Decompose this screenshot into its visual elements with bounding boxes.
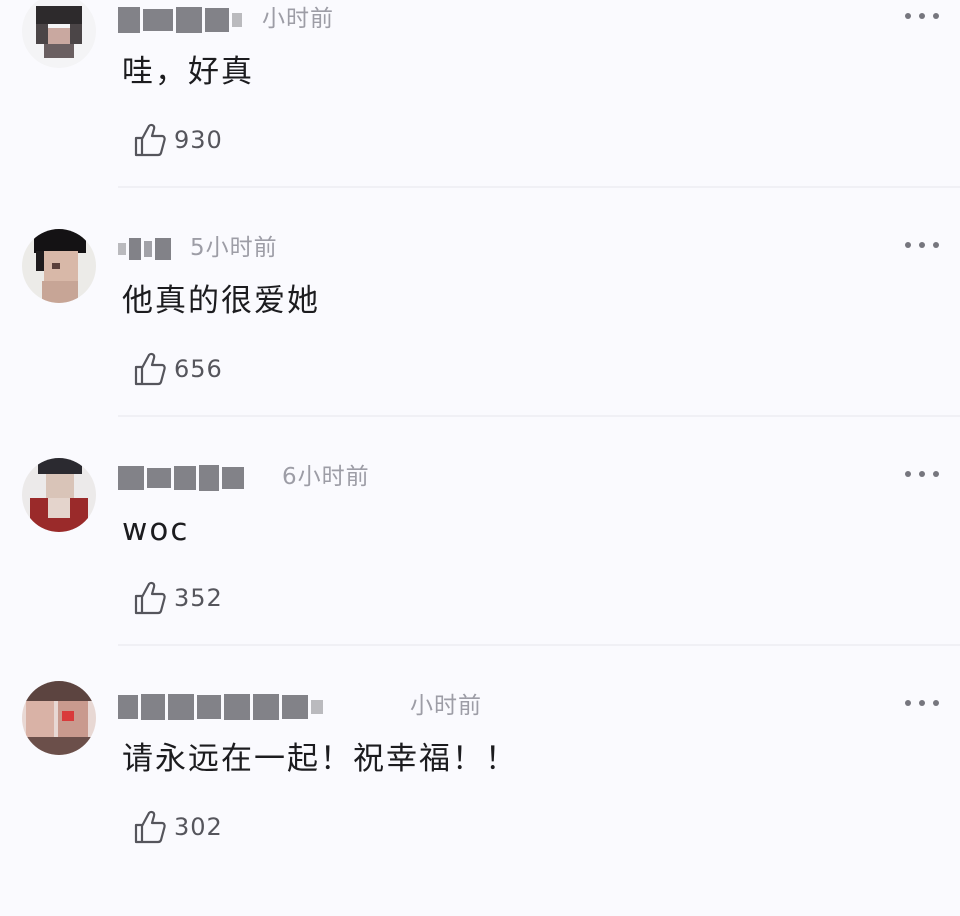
comment-time: 6小时前 <box>282 464 370 490</box>
username[interactable] <box>118 234 171 264</box>
like-count: 302 <box>174 813 223 841</box>
comment-item: 5小时前 他真的很爱她 656 <box>0 229 960 458</box>
divider <box>118 186 960 188</box>
like-count: 930 <box>174 126 223 154</box>
like-button[interactable]: 352 <box>133 578 223 618</box>
avatar[interactable] <box>22 458 96 532</box>
avatar[interactable] <box>22 681 96 755</box>
comment-text: 哇，好真 <box>122 54 254 90</box>
like-button[interactable]: 656 <box>133 349 223 389</box>
comment-item: 小时前 请永远在一起！祝幸福！！ 302 <box>0 681 960 916</box>
avatar[interactable] <box>22 0 96 68</box>
comment-time: 小时前 <box>262 6 334 32</box>
like-button[interactable]: 930 <box>133 120 223 160</box>
comment-time: 小时前 <box>410 693 482 719</box>
more-options-button[interactable] <box>905 461 939 487</box>
divider <box>118 415 960 417</box>
more-options-button[interactable] <box>905 232 939 258</box>
comment-text: 请永远在一起！祝幸福！！ <box>122 741 518 777</box>
more-dots-icon <box>905 242 911 248</box>
comment-text: 他真的很爱她 <box>122 283 320 319</box>
divider <box>118 644 960 646</box>
thumbs-up-icon <box>134 581 166 615</box>
comment-item: 小时前 哇，好真 930 <box>0 0 960 229</box>
like-button[interactable]: 302 <box>133 807 223 847</box>
more-dots-icon <box>905 700 911 706</box>
thumbs-up-icon <box>134 123 166 157</box>
more-dots-icon <box>905 471 911 477</box>
username[interactable] <box>118 5 242 35</box>
like-count: 352 <box>174 584 223 612</box>
more-dots-icon <box>905 13 911 19</box>
username[interactable] <box>118 463 244 493</box>
comment-text: woc <box>122 512 190 548</box>
thumbs-up-icon <box>134 352 166 386</box>
thumbs-up-icon <box>134 810 166 844</box>
comment-time: 5小时前 <box>190 235 278 261</box>
avatar[interactable] <box>22 229 96 303</box>
like-count: 656 <box>174 355 223 383</box>
more-options-button[interactable] <box>905 690 939 716</box>
username[interactable] <box>118 692 323 722</box>
more-options-button[interactable] <box>905 3 939 29</box>
comment-item: 6小时前 woc 352 <box>0 458 960 687</box>
